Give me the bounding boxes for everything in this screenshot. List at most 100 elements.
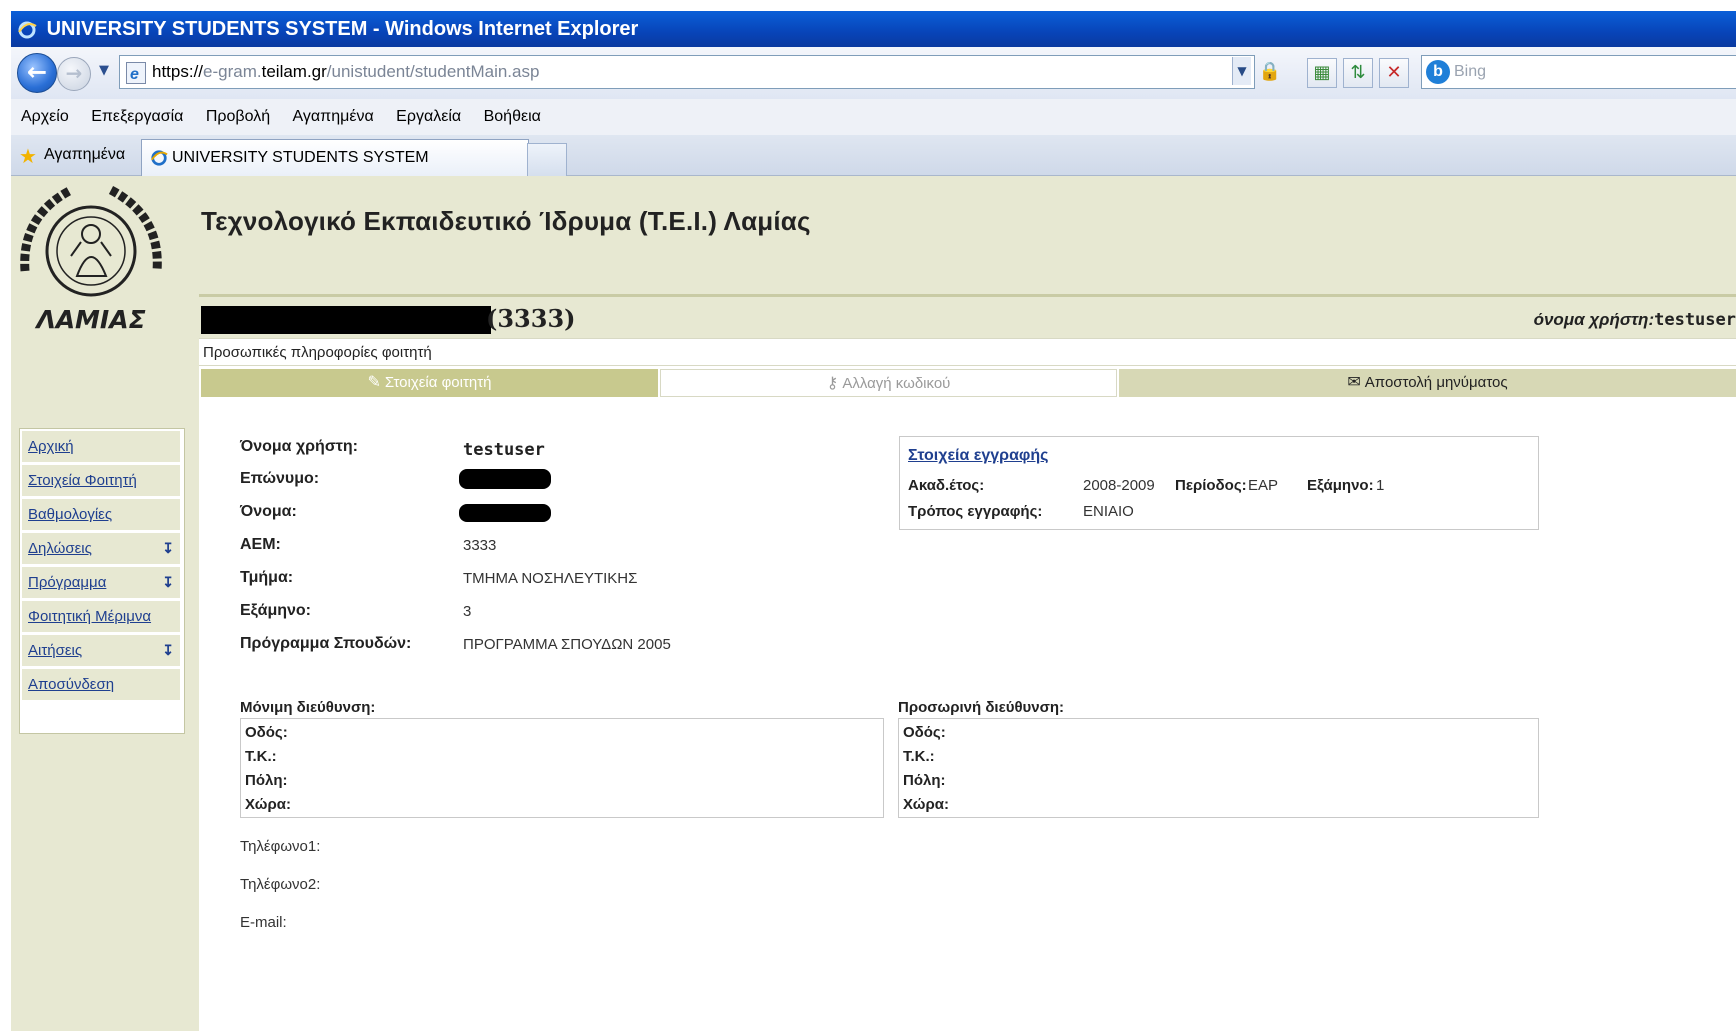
temporary-zip-label: Τ.Κ.:	[903, 748, 935, 765]
recent-pages-dropdown-icon[interactable]: ▼	[99, 63, 109, 78]
acad-year-label: Ακαδ.έτος:	[908, 477, 985, 494]
permanent-address-box: Οδός: Τ.Κ.: Πόλη: Χώρα:	[240, 718, 884, 818]
sidebar-item-applications[interactable]: Αιτήσεις ↧	[22, 635, 180, 666]
address-dropdown-icon[interactable]: ▼	[1232, 57, 1251, 85]
sidebar-menu: Αρχική Στοιχεία Φοιτητή Βαθμολογίες Δηλώ…	[19, 428, 185, 734]
bing-icon: b	[1426, 59, 1450, 84]
expand-down-icon[interactable]: ↧	[162, 533, 174, 564]
surname-label: Επώνυμο:	[240, 470, 320, 487]
permanent-address-title: Μόνιμη διεύθυνση:	[240, 699, 376, 716]
sidebar-item-student-care[interactable]: Φοιτητική Μέριμνα	[22, 601, 180, 632]
back-arrow-icon: ←	[26, 58, 48, 86]
semester-label: Εξάμηνο:	[240, 602, 311, 619]
period-value: ΕΑΡ	[1248, 477, 1279, 494]
program-value: ΠΡΟΓΡΑΜΜΑ ΣΠΟΥΔΩΝ 2005	[463, 636, 671, 653]
semester-value: 3	[463, 603, 472, 620]
sidebar-item-label: Αρχική	[28, 438, 74, 455]
menu-tools[interactable]: Εργαλεία	[396, 108, 461, 125]
redacted-student-name	[201, 306, 491, 334]
tab-change-password[interactable]: ⚷ Αλλαγή κωδικού	[660, 369, 1117, 397]
sidebar-item-label: Αιτήσεις	[28, 642, 83, 659]
refresh-icon[interactable]: ⇅	[1343, 58, 1373, 88]
department-label: Τμήμα:	[240, 569, 294, 586]
menu-file[interactable]: Αρχείο	[21, 108, 69, 125]
expand-down-icon[interactable]: ↧	[162, 635, 174, 666]
url-subdomain: e-gram.	[203, 62, 262, 81]
firstname-label: Όνομα:	[240, 503, 297, 520]
back-button[interactable]: ←	[17, 53, 57, 93]
favorites-bar: ★ Αγαπημένα UNIVERSITY STUDENTS SYSTEM	[11, 135, 1736, 176]
browser-tab[interactable]: UNIVERSITY STUDENTS SYSTEM	[141, 139, 529, 176]
department-value: ΤΜΗΜΑ ΝΟΣΗΛΕΥΤΙΚΗΣ	[463, 570, 638, 587]
address-bar[interactable]: https://e-gram.teilam.gr/unistudent/stud…	[119, 55, 1255, 91]
expand-down-icon[interactable]: ↧	[162, 567, 174, 598]
permanent-country-label: Χώρα:	[245, 796, 291, 813]
tab-student-info[interactable]: ✎ Στοιχεία φοιτητή	[201, 369, 658, 397]
sidebar-item-schedule[interactable]: Πρόγραμμα ↧	[22, 567, 180, 598]
navigation-bar: ← → ▼ https://e-gram.teilam.gr/unistuden…	[11, 47, 1736, 100]
url-protocol: https://	[152, 62, 204, 81]
temporary-country-label: Χώρα:	[903, 796, 949, 813]
browser-tab-label: UNIVERSITY STUDENTS SYSTEM	[172, 149, 429, 166]
page-icon	[126, 59, 146, 91]
temporary-address-title: Προσωρινή διεύθυνση:	[898, 699, 1065, 716]
lock-icon[interactable]: 🔒	[1256, 58, 1284, 86]
envelope-icon: ✉	[1347, 374, 1361, 391]
registration-box: Στοιχεία εγγραφής Ακαδ.έτος: 2008-2009 Π…	[899, 436, 1539, 530]
new-tab-button[interactable]	[527, 143, 567, 176]
registration-mode-label: Τρόπος εγγραφής:	[908, 503, 1043, 520]
menu-view[interactable]: Προβολή	[206, 108, 270, 125]
header-divider	[199, 294, 1736, 297]
current-user-label: όνομα χρήστη:	[1533, 310, 1655, 329]
search-box[interactable]: b Bing	[1421, 55, 1736, 89]
reg-semester-value: 1	[1376, 477, 1385, 494]
redacted-firstname	[459, 504, 551, 522]
compatibility-view-icon[interactable]: ▦	[1307, 58, 1337, 88]
header-band	[199, 176, 1736, 298]
search-placeholder: Bing	[1454, 63, 1487, 80]
menu-favorites[interactable]: Αγαπημένα	[293, 108, 374, 125]
program-label: Πρόγραμμα Σπουδών:	[240, 635, 412, 652]
forward-button[interactable]: →	[57, 57, 91, 91]
temporary-city-label: Πόλη:	[903, 772, 946, 789]
menu-bar: Αρχείο Επεξεργασία Προβολή Αγαπημένα Εργ…	[11, 99, 1736, 136]
url-path: /unistudent/studentMain.asp	[326, 62, 540, 81]
reg-semester-label: Εξάμηνο:	[1307, 477, 1374, 494]
tab-send-message-label: Αποστολή μηνύματος	[1364, 374, 1508, 391]
period-label: Περίοδος:	[1175, 477, 1247, 494]
menu-help[interactable]: Βοήθεια	[484, 108, 541, 125]
sidebar-item-logout[interactable]: Αποσύνδεση	[22, 669, 180, 700]
temporary-address-box: Οδός: Τ.Κ.: Πόλη: Χώρα:	[898, 718, 1539, 818]
sidebar-item-grades[interactable]: Βαθμολογίες	[22, 499, 180, 530]
ie-tab-icon	[151, 150, 168, 166]
sidebar-item-label: Βαθμολογίες	[28, 506, 113, 523]
current-user: όνομα χρήστη:testuser	[1534, 310, 1736, 330]
permanent-city-label: Πόλη:	[245, 772, 288, 789]
favorites-button[interactable]: Αγαπημένα	[44, 146, 125, 164]
student-id-header: (3333)	[486, 304, 576, 333]
sidebar-item-label: Δηλώσεις	[28, 540, 92, 557]
sidebar-item-label: Φοιτητική Μέριμνα	[28, 608, 152, 625]
institution-title: Τεχνολογικό Εκπαιδευτικό Ίδρυμα (Τ.Ε.Ι.)…	[201, 206, 811, 236]
sidebar-item-student-info[interactable]: Στοιχεία Φοιτητή	[22, 465, 180, 496]
username-value: testuser	[463, 440, 545, 460]
logo-text: ΛΑΜΙΑΣ	[34, 305, 145, 334]
page-content: ΛΑΜΙΑΣ Τεχνολογικό Εκπαιδευτικό Ίδρυμα (…	[11, 176, 1736, 1031]
menu-edit[interactable]: Επεξεργασία	[91, 108, 183, 125]
edit-icon: ✎	[367, 374, 381, 391]
registration-mode-value: ΕΝΙΑΙΟ	[1083, 503, 1134, 520]
sidebar-item-declarations[interactable]: Δηλώσεις ↧	[22, 533, 180, 564]
forward-arrow-icon: →	[65, 61, 83, 85]
sidebar-item-home[interactable]: Αρχική	[22, 431, 180, 462]
favorites-star-icon[interactable]: ★	[19, 144, 37, 169]
stop-icon[interactable]: ✕	[1379, 58, 1409, 88]
sidebar-item-label: Αποσύνδεση	[28, 676, 115, 693]
current-user-value: testuser	[1654, 310, 1736, 330]
registration-title[interactable]: Στοιχεία εγγραφής	[908, 447, 1048, 465]
ie-logo-icon	[18, 21, 37, 39]
tab-student-info-label: Στοιχεία φοιτητή	[384, 374, 492, 391]
redacted-surname	[459, 469, 551, 489]
tab-send-message[interactable]: ✉ Αποστολή μηνύματος	[1119, 369, 1736, 397]
permanent-street-label: Οδός:	[245, 724, 288, 741]
permanent-zip-label: Τ.Κ.:	[245, 748, 277, 765]
